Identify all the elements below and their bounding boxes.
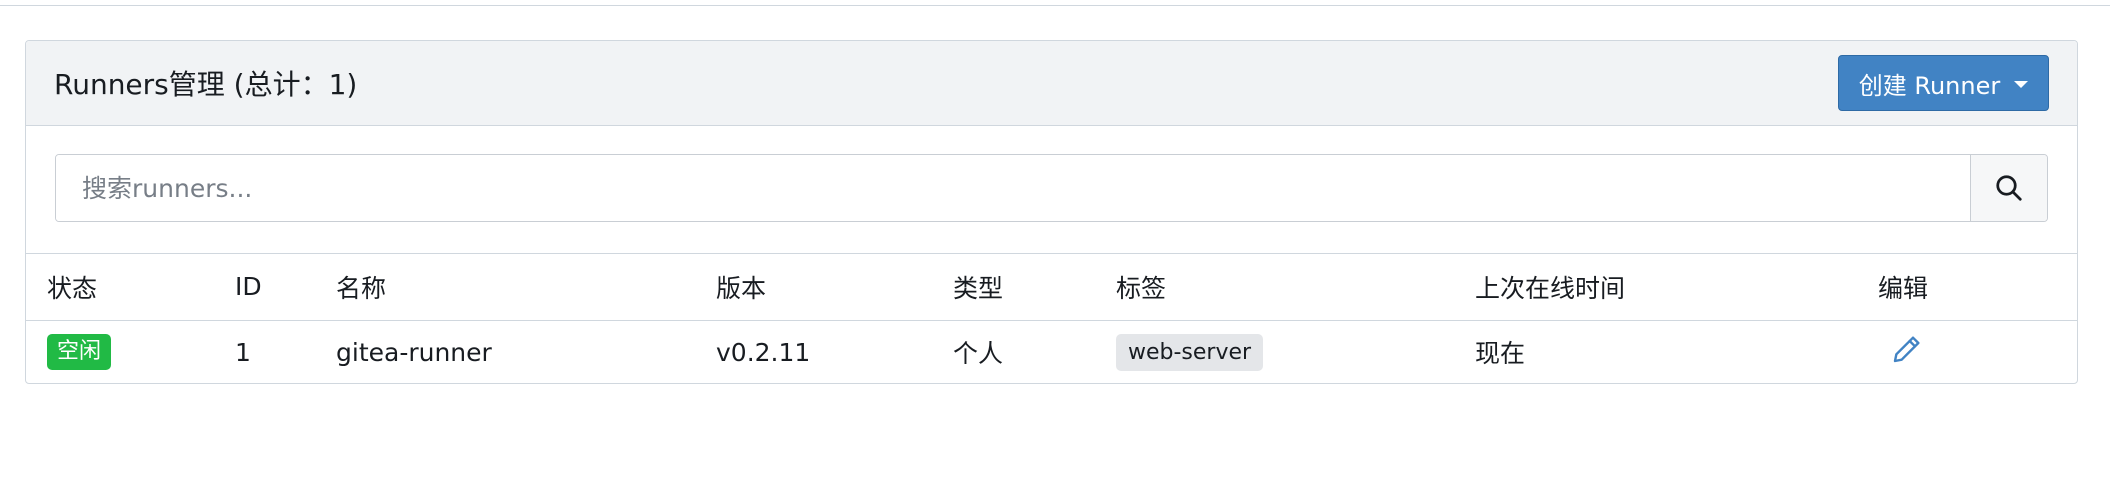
runner-label-tag: web-server xyxy=(1116,333,1264,371)
search-box xyxy=(55,154,2048,222)
search-icon xyxy=(1996,175,2022,201)
name-cell: gitea-runner xyxy=(336,337,492,367)
header-last-online[interactable]: 上次在线时间 xyxy=(1475,254,1878,320)
search-button[interactable] xyxy=(1970,155,2047,221)
search-input[interactable] xyxy=(56,155,1970,221)
runners-panel: Runners管理 (总计：1) 创建 Runner 状态 ID 名称 版本 类 xyxy=(25,40,2078,384)
edit-cell xyxy=(1878,320,2077,384)
caret-down-icon xyxy=(2014,81,2029,88)
pencil-icon xyxy=(1893,336,1920,363)
top-divider xyxy=(0,0,2110,6)
edit-runner-button[interactable] xyxy=(1878,333,1923,365)
last-online-cell: 现在 xyxy=(1475,339,1526,369)
labels-cell: web-server xyxy=(1116,320,1475,384)
status-cell: 空闲 xyxy=(26,320,235,384)
id-cell: 1 xyxy=(235,337,251,367)
header-id[interactable]: ID xyxy=(235,254,336,320)
status-badge: 空闲 xyxy=(47,334,112,371)
header-version[interactable]: 版本 xyxy=(716,254,953,320)
create-runner-button[interactable]: 创建 Runner xyxy=(1838,55,2049,111)
search-row xyxy=(26,126,2077,254)
header-labels[interactable]: 标签 xyxy=(1116,254,1475,320)
header-edit: 编辑 xyxy=(1878,273,1929,303)
version-cell: v0.2.11 xyxy=(716,337,811,367)
panel-header: Runners管理 (总计：1) 创建 Runner xyxy=(26,41,2077,126)
create-runner-label: 创建 Runner xyxy=(1858,71,2001,100)
header-type[interactable]: 类型 xyxy=(953,254,1116,320)
table-header-row: 状态 ID 名称 版本 类型 标签 上次在线时间 编辑 xyxy=(26,254,2077,320)
header-name[interactable]: 名称 xyxy=(336,254,716,320)
runners-table: 状态 ID 名称 版本 类型 标签 上次在线时间 编辑 空闲 1 gitea-r… xyxy=(26,254,2077,384)
table-row: 空闲 1 gitea-runner v0.2.11 个人 web-server … xyxy=(26,320,2077,384)
type-cell: 个人 xyxy=(953,339,1004,369)
header-status[interactable]: 状态 xyxy=(26,254,235,320)
page-title: Runners管理 (总计：1) xyxy=(54,68,358,101)
